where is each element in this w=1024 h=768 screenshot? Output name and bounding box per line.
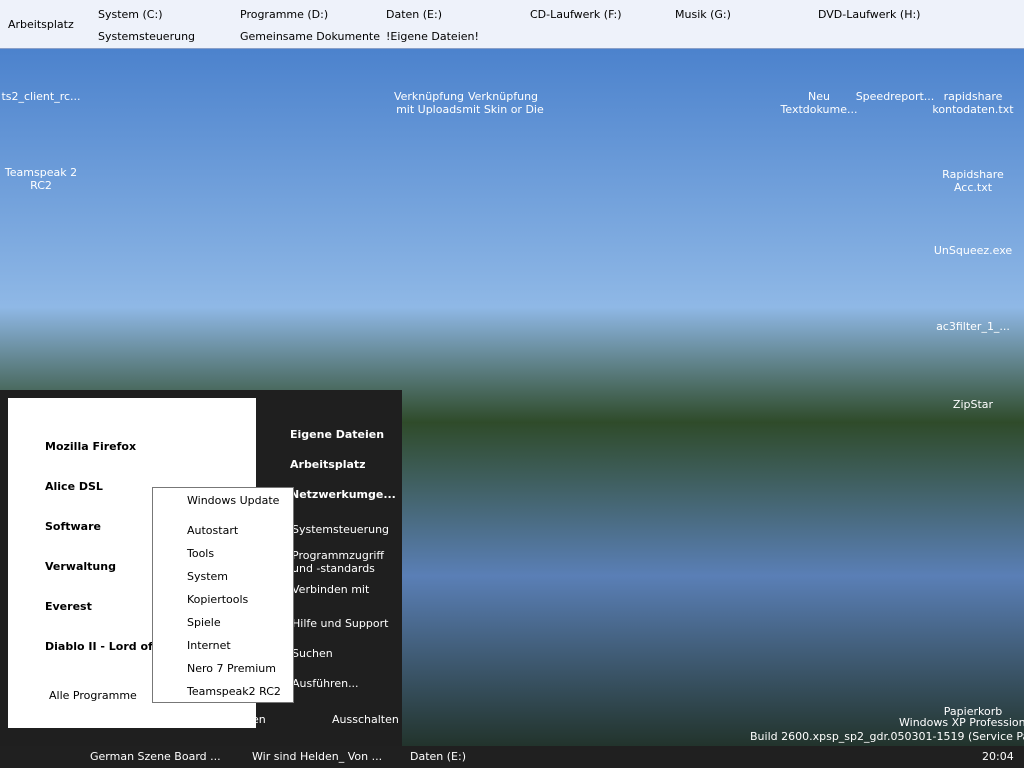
desktop-icon-teamspeak[interactable]: Teamspeak 2 RC2 bbox=[0, 166, 86, 192]
start-item-verwaltung[interactable]: Verwaltung bbox=[45, 560, 116, 573]
drive-d[interactable]: Programme (D:) bbox=[240, 8, 328, 21]
submenu-windows-update[interactable]: Windows Update bbox=[187, 494, 279, 507]
start-right-eigene-dateien[interactable]: Eigene Dateien bbox=[290, 428, 384, 441]
taskbar: German Szene Board ... Wir sind Helden_ … bbox=[0, 746, 1024, 768]
eigene-dateien-link[interactable]: !Eigene Dateien! bbox=[386, 30, 479, 43]
start-item-firefox[interactable]: Mozilla Firefox bbox=[45, 440, 136, 453]
start-right-hilfe[interactable]: Hilfe und Support bbox=[292, 617, 388, 630]
submenu-internet[interactable]: Internet bbox=[187, 639, 231, 652]
desktop-icon-rapidshare[interactable]: rapidshare kontodaten.txt bbox=[928, 90, 1018, 116]
submenu-tools[interactable]: Tools bbox=[187, 547, 214, 560]
watermark-build: Build 2600.xpsp_sp2_gdr.050301-1519 (Ser… bbox=[750, 730, 1024, 743]
submenu-kopiertools[interactable]: Kopiertools bbox=[187, 593, 248, 606]
start-right-verbinden[interactable]: Verbinden mit bbox=[292, 583, 369, 596]
ausschalten-button[interactable]: Ausschalten bbox=[332, 713, 399, 726]
desktop-icon-unsqueez[interactable]: UnSqueez.exe bbox=[928, 244, 1018, 257]
desktop-icon-speedreport[interactable]: Speedreport... bbox=[850, 90, 940, 103]
start-right-arbeitsplatz[interactable]: Arbeitsplatz bbox=[290, 458, 366, 471]
desktop-icon-ac3filter[interactable]: ac3filter_1_... bbox=[928, 320, 1018, 333]
start-item-software[interactable]: Software bbox=[45, 520, 101, 533]
start-right-systemsteuerung[interactable]: Systemsteuerung bbox=[292, 523, 389, 536]
start-item-diablo[interactable]: Diablo II - Lord of D bbox=[45, 640, 166, 653]
drive-e[interactable]: Daten (E:) bbox=[386, 8, 442, 21]
alle-programme-button[interactable]: Alle Programme bbox=[49, 689, 137, 702]
start-right-netzwerk[interactable]: Netzwerkumge... bbox=[290, 488, 396, 501]
clock: 20:04 bbox=[982, 750, 1014, 763]
desktop-icon-skin[interactable]: Verknüpfung mit Skin or Die bbox=[458, 90, 548, 116]
watermark-edition: Windows XP Professional bbox=[899, 716, 1024, 729]
drive-g[interactable]: Musik (G:) bbox=[675, 8, 731, 21]
gemeinsame-dokumente-link[interactable]: Gemeinsame Dokumente bbox=[240, 30, 380, 43]
drive-f[interactable]: CD-Laufwerk (F:) bbox=[530, 8, 622, 21]
task-tab-german-szene[interactable]: German Szene Board ... bbox=[90, 750, 221, 763]
arbeitsplatz-label[interactable]: Arbeitsplatz bbox=[8, 18, 74, 31]
submenu-system[interactable]: System bbox=[187, 570, 228, 583]
task-tab-daten[interactable]: Daten (E:) bbox=[410, 750, 466, 763]
task-tab-wir-sind-helden[interactable]: Wir sind Helden_ Von ... bbox=[252, 750, 382, 763]
top-drive-bar: Arbeitsplatz System (C:) Programme (D:) … bbox=[0, 0, 1024, 49]
desktop-icon-rapidshare-acc[interactable]: Rapidshare Acc.txt bbox=[928, 168, 1018, 194]
desktop-icon-ts2-client[interactable]: ts2_client_rc... bbox=[0, 90, 86, 103]
submenu-spiele[interactable]: Spiele bbox=[187, 616, 221, 629]
start-item-everest[interactable]: Everest bbox=[45, 600, 92, 613]
start-right-suchen[interactable]: Suchen bbox=[292, 647, 333, 660]
drive-h[interactable]: DVD-Laufwerk (H:) bbox=[818, 8, 920, 21]
submenu-nero[interactable]: Nero 7 Premium bbox=[187, 662, 276, 675]
abmelden-button[interactable]: Abmelden bbox=[210, 713, 266, 726]
start-item-alice[interactable]: Alice DSL bbox=[45, 480, 103, 493]
submenu-teamspeak[interactable]: Teamspeak2 RC2 bbox=[187, 685, 281, 698]
submenu-autostart[interactable]: Autostart bbox=[187, 524, 238, 537]
all-programs-submenu: Windows Update Autostart Tools System Ko… bbox=[152, 487, 294, 703]
systemsteuerung-link[interactable]: Systemsteuerung bbox=[98, 30, 195, 43]
drive-c[interactable]: System (C:) bbox=[98, 8, 163, 21]
desktop-icon-zipstar[interactable]: ZipStar bbox=[928, 398, 1018, 411]
start-right-programmzugriff[interactable]: Programmzugriff und -standards bbox=[292, 549, 398, 575]
start-right-ausfuehren[interactable]: Ausführen... bbox=[292, 677, 359, 690]
